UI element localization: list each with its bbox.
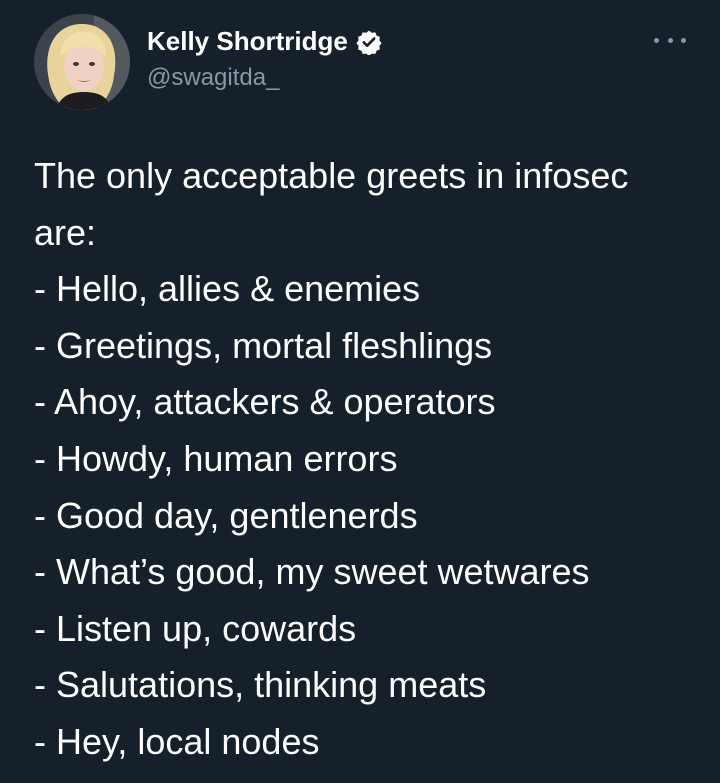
- dot: [667, 37, 673, 43]
- tweet-text-line: - Greetings, mortal fleshlings: [34, 324, 493, 366]
- author-name-row: Kelly Shortridge: [147, 26, 382, 57]
- avatar[interactable]: [34, 14, 130, 110]
- tweet-text-line: are:: [34, 211, 97, 253]
- tweet-text-line: - Howdy, human errors: [34, 437, 398, 479]
- tweet-text-line: - Good day, gentlenerds: [34, 494, 418, 536]
- tweet-text-line: - Ahoy, attackers & operators: [34, 381, 496, 423]
- tweet-text: The only acceptable greets in infosec ar…: [34, 148, 694, 771]
- tweet-text-line: - Listen up, cowards: [34, 607, 357, 649]
- tweet-text-line: - What’s good, my sweet wetwares: [34, 551, 590, 593]
- author-handle[interactable]: @swagitda_: [147, 64, 279, 92]
- tweet-card: Kelly Shortridge @swagitda_ The only acc…: [0, 0, 720, 783]
- tweet-text-line: - Hello, allies & enemies: [34, 268, 421, 310]
- display-name[interactable]: Kelly Shortridge: [147, 26, 348, 57]
- tweet-text-line: - Salutations, thinking meats: [34, 664, 487, 706]
- more-horizontal-icon[interactable]: [654, 30, 686, 50]
- tweet-text-line: - Hey, local nodes: [34, 720, 320, 762]
- profile-photo-icon: [34, 14, 130, 110]
- verified-badge-icon: [356, 29, 382, 56]
- dot: [654, 37, 659, 43]
- dot: [681, 37, 686, 43]
- tweet-text-line: The only acceptable greets in infosec: [34, 155, 629, 196]
